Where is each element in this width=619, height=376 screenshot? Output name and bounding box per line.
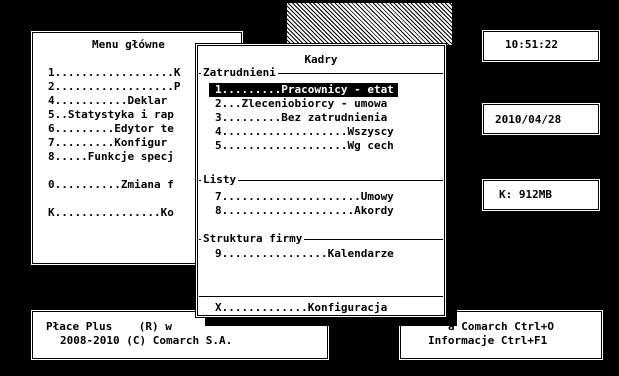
- kadry-menu-item[interactable]: 4...................Wszyscy: [215, 125, 394, 139]
- kadry-menu-item[interactable]: 7.....................Umowy: [215, 190, 394, 204]
- shortcut-comarch[interactable]: a Comarch Ctrl+O: [448, 320, 554, 333]
- main-menu-item[interactable]: 8.....Funkcje specj: [48, 150, 174, 164]
- time-display: 10:51:22: [505, 38, 558, 51]
- date-display: 2010/04/28: [495, 113, 562, 126]
- memory-box: K: 912MB: [481, 178, 601, 212]
- kadry-menu-item[interactable]: 3.........Bez zatrudnienia: [215, 111, 387, 125]
- kadry-menu-item[interactable]: X.............Konfiguracja: [215, 301, 387, 315]
- kadry-menu-item[interactable]: 2...Zleceniobiorcy - umowa: [215, 97, 387, 111]
- main-menu-item[interactable]: 2..................P: [48, 80, 180, 94]
- main-menu-title: Menu główne: [92, 38, 165, 51]
- time-box: 10:51:22: [481, 29, 601, 63]
- main-menu-item[interactable]: 4...........Deklar: [48, 94, 167, 108]
- main-menu-item[interactable]: K................Ko: [48, 206, 174, 220]
- section-label: Listy: [201, 173, 239, 186]
- main-menu-item[interactable]: 7.........Konfigur: [48, 136, 167, 150]
- footer-copyright-line1: Płace Plus (R) w: [46, 320, 172, 333]
- main-menu-item[interactable]: 6.........Edytor te: [48, 122, 174, 136]
- kadry-menu-item[interactable]: 9................Kalendarze: [215, 247, 394, 261]
- footer-copyright-line2: 2008-2010 (C) Comarch S.A.: [60, 334, 233, 347]
- main-menu-item[interactable]: 5..Statystyka i rap: [48, 108, 174, 122]
- kadry-menu-window: Kadry Zatrudnieni 1.........Pracownicy - …: [195, 43, 447, 318]
- date-box: 2010/04/28: [481, 102, 601, 136]
- footer-left-shadow: [40, 361, 338, 371]
- kadry-menu-item[interactable]: 1.........Pracownicy - etat: [209, 83, 398, 97]
- section-divider: [199, 296, 443, 297]
- main-menu-item[interactable]: 1..................K: [48, 66, 180, 80]
- section-label: Struktura firmy: [201, 232, 305, 245]
- main-menu-item[interactable]: 0..........Zmiana f: [48, 178, 174, 192]
- shortcut-informacje[interactable]: Informacje Ctrl+F1: [428, 334, 547, 347]
- kadry-menu-item[interactable]: 8....................Akordy: [215, 204, 394, 218]
- kadry-menu-item[interactable]: 5...................Wg cech: [215, 139, 394, 153]
- kadry-menu-body: Zatrudnieni 1.........Pracownicy - etat 2.…: [195, 43, 447, 318]
- decorative-pattern: [287, 3, 452, 45]
- section-label: Zatrudnieni: [201, 66, 278, 79]
- memory-display: K: 912MB: [499, 188, 552, 201]
- footer-right-shadow: [408, 361, 612, 371]
